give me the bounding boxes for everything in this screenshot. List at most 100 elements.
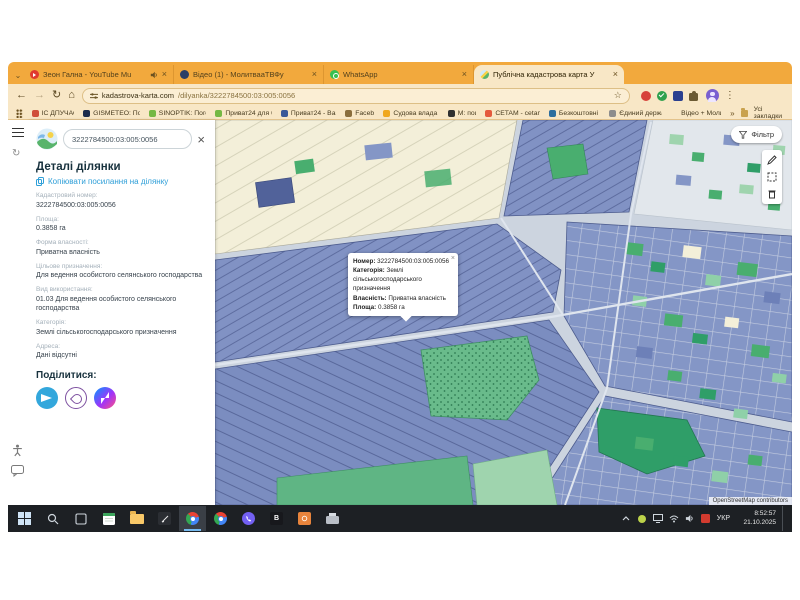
tab-close-icon[interactable]: × <box>613 70 618 79</box>
viber-icon <box>242 512 255 525</box>
bookmark-item[interactable]: Безкоштовні огол... <box>549 110 600 117</box>
tab-video[interactable]: Відео (1) - МолитвааТВФу × <box>174 65 324 84</box>
field-category: Категорія: Землі сільськогосподарського … <box>36 319 205 337</box>
tab-close-icon[interactable]: × <box>462 70 467 79</box>
back-icon[interactable]: ← <box>16 90 27 101</box>
tray-expand-icon[interactable] <box>621 514 631 524</box>
taskbar-app-printer[interactable] <box>319 506 346 531</box>
clock-time: 8:52:57 <box>754 510 776 517</box>
area-select-icon[interactable] <box>767 172 777 182</box>
taskbar-app-orange[interactable] <box>291 506 318 531</box>
forward-icon[interactable]: → <box>34 90 45 101</box>
taskbar-app-file-explorer[interactable] <box>123 506 150 531</box>
tray-antivirus-icon[interactable] <box>701 514 711 524</box>
favicon <box>549 110 556 117</box>
system-tray: УКР 8:52:57 21.10.2025 <box>621 506 789 531</box>
cadastral-search-input[interactable] <box>63 129 192 149</box>
extension-adblock-icon[interactable] <box>641 91 651 101</box>
audio-speaker-icon[interactable] <box>150 71 158 79</box>
taskbar-app-chrome-active[interactable] <box>179 506 206 531</box>
bookmark-star-icon[interactable]: ☆ <box>614 90 622 101</box>
bookmark-item[interactable]: Приват24 - Ваш жи... <box>281 110 336 117</box>
cadastral-map[interactable]: Фільтр × Номер: 32227845 <box>215 120 792 505</box>
bookmark-item[interactable]: CETAM - cetam.net... <box>485 110 540 117</box>
tray-volume-icon[interactable] <box>685 514 695 524</box>
bookmark-item[interactable]: GISMETEO: Погода... <box>83 110 140 117</box>
youtube-music-icon <box>30 70 39 79</box>
video-tab-icon <box>180 70 189 79</box>
task-view-button[interactable] <box>67 506 94 531</box>
tab-close-icon[interactable]: × <box>162 70 167 79</box>
map-attribution[interactable]: OpenStreetMap contributors <box>709 497 792 505</box>
bookmarks-overflow-icon[interactable]: » <box>730 109 734 118</box>
feedback-chat-icon[interactable] <box>11 465 24 477</box>
tab-youtube-music[interactable]: Зеон Гална - YouTube Mu × <box>24 65 174 84</box>
show-desktop-button[interactable] <box>782 506 785 531</box>
share-messenger-icon[interactable] <box>94 387 116 409</box>
taskbar-app-notes[interactable] <box>151 506 178 531</box>
extensions-puzzle-icon[interactable] <box>689 91 700 101</box>
accessibility-icon[interactable] <box>11 444 24 457</box>
url-domain: kadastrova-karta.com <box>102 91 174 100</box>
chrome-icon <box>214 512 227 525</box>
share-viber-icon[interactable] <box>65 387 87 409</box>
popup-close-icon[interactable]: × <box>451 254 455 264</box>
measure-pencil-icon[interactable] <box>767 155 777 165</box>
taskbar-app-calendar[interactable] <box>95 506 122 531</box>
site-logo <box>36 128 58 150</box>
taskbar-app-viber[interactable] <box>235 506 262 531</box>
language-indicator[interactable]: УКР <box>717 515 730 522</box>
taskbar-search-button[interactable] <box>39 506 66 531</box>
bookmark-item[interactable]: М: пошта <box>448 110 477 117</box>
field-ownership: Форма власності: Приватна власність <box>36 239 205 257</box>
tab-close-icon[interactable]: × <box>312 70 317 79</box>
bookmark-item[interactable]: ІС ДПУЧАС(12) <box>32 110 75 117</box>
tab-search-icon[interactable]: ⌄ <box>12 66 24 84</box>
start-button[interactable] <box>11 506 38 531</box>
tab-title: Публічна кадастрова карта У <box>493 70 609 79</box>
all-bookmarks-label[interactable]: Усі закладки <box>754 106 784 120</box>
map-canvas[interactable] <box>215 120 792 505</box>
reload-icon[interactable]: ↻ <box>52 90 61 101</box>
favicon <box>671 110 678 117</box>
url-field[interactable]: kadastrova-karta.com /dilyanka/322278450… <box>82 88 630 104</box>
field-area: Площа: 0.3858 га <box>36 216 205 234</box>
refresh-icon[interactable]: ↻ <box>12 148 20 159</box>
tab-whatsapp[interactable]: WhatsApp × <box>324 65 474 84</box>
favicon <box>83 110 90 117</box>
chrome-icon <box>186 512 199 525</box>
bookmark-item[interactable]: Приват24 для бізне... <box>215 110 271 117</box>
home-icon[interactable]: ⌂ <box>68 90 75 101</box>
bookmark-item[interactable]: Єдиний державни... <box>609 110 662 117</box>
bookmark-item[interactable]: Facebook <box>345 110 374 117</box>
site-settings-icon[interactable] <box>90 92 98 100</box>
tray-status-icon[interactable] <box>637 514 647 524</box>
apps-grid-icon[interactable] <box>16 109 23 118</box>
copy-parcel-link[interactable]: Копіювати посилання на ділянку <box>36 177 205 186</box>
bookmark-item[interactable]: Судова влада Укра... <box>383 110 438 117</box>
taskbar-app-dark[interactable]: B <box>263 506 290 531</box>
bookmark-item[interactable]: SINOPTIK: Погода в... <box>149 110 207 117</box>
menu-hamburger-icon[interactable] <box>12 128 24 137</box>
filter-button[interactable]: Фільтр <box>731 126 782 143</box>
windows-logo-icon <box>18 512 31 525</box>
site-left-toolbar: ↻ <box>8 120 28 505</box>
extension-blue-icon[interactable] <box>673 91 683 101</box>
close-panel-icon[interactable]: × <box>197 133 205 146</box>
dark-app-icon: B <box>270 512 283 525</box>
share-telegram-icon[interactable] <box>36 387 58 409</box>
tray-network-icon[interactable] <box>669 514 679 524</box>
tab-title: Зеон Гална - YouTube Mu <box>43 70 146 79</box>
extension-check-icon[interactable] <box>657 91 667 101</box>
map-tools <box>762 150 782 204</box>
taskbar-app-chrome[interactable] <box>207 506 234 531</box>
profile-avatar[interactable] <box>706 89 719 102</box>
desktop: ⌄ Зеон Гална - YouTube Mu × Відео (1) - … <box>0 0 800 600</box>
trash-icon[interactable] <box>767 189 777 199</box>
taskbar-clock[interactable]: 8:52:57 21.10.2025 <box>736 510 776 528</box>
browser-menu-icon[interactable]: ⋮ <box>725 90 735 101</box>
tab-cadastral-map[interactable]: Публічна кадастрова карта У × <box>474 65 624 84</box>
tray-monitor-icon[interactable] <box>653 514 663 524</box>
bookmark-item[interactable]: Відео + Молитва... <box>671 110 721 117</box>
favicon <box>215 110 222 117</box>
